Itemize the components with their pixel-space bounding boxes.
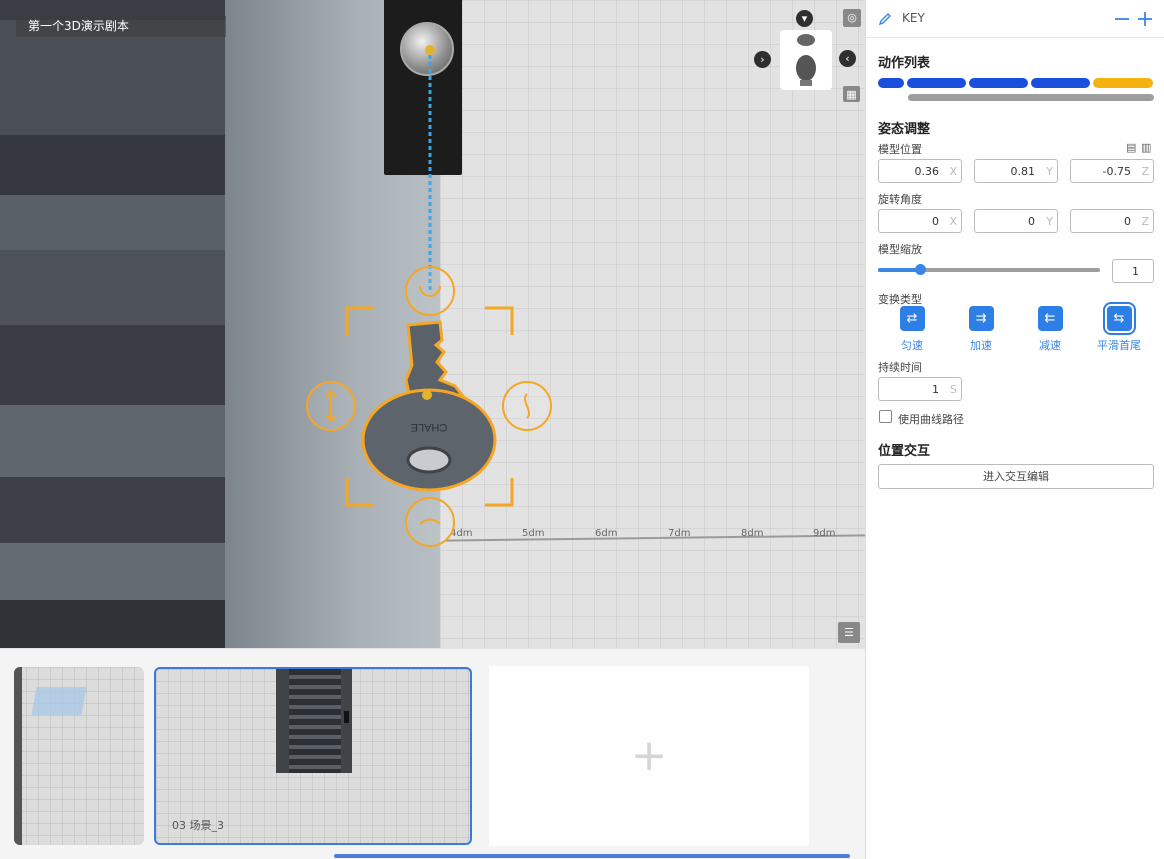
scene-thumbnail-selected[interactable]: 03 场景_3 (154, 667, 472, 845)
scale-label: 模型缩放 (878, 243, 922, 256)
action-scrollbar[interactable] (908, 94, 1154, 101)
key-engraving: CHALE (411, 421, 448, 433)
curve-path-label: 使用曲线路径 (898, 413, 964, 426)
chevron-down-icon[interactable]: ▾ (796, 10, 813, 27)
rotation-x-input[interactable]: 0X (878, 209, 962, 233)
properties-panel: KEY 动作列表 姿态调整 模型位置 ▤ ▥ 0.36 X 0.81 Y -0.75… (865, 0, 1164, 859)
character-preview-panel[interactable] (780, 30, 832, 90)
scene-timeline: 03 场景_3 + (0, 648, 865, 859)
action-segment[interactable] (878, 78, 904, 88)
duration-input[interactable]: 1S (878, 377, 962, 401)
transform-accelerate-option[interactable]: ⇉ 加速 (951, 306, 1011, 353)
camera-target-icon[interactable]: ◎ (843, 9, 861, 27)
accelerate-icon: ⇉ (968, 306, 994, 331)
action-segment[interactable] (1031, 78, 1090, 88)
transform-smooth-option[interactable]: ⇆ 平滑首尾 (1089, 302, 1149, 353)
key-model[interactable]: CHALE (361, 320, 497, 492)
position-y-input[interactable]: 0.81 Y (974, 159, 1058, 183)
panel-header: KEY (866, 0, 1164, 38)
rotation-z-input[interactable]: 0Z (1070, 209, 1154, 233)
list-menu-icon[interactable]: ☰ (838, 622, 860, 643)
grid-toggle-icon[interactable]: ▦ (843, 86, 860, 102)
duration-label: 持续时间 (878, 361, 922, 374)
interaction-title: 位置交互 (878, 444, 931, 459)
position-z-input[interactable]: -0.75 Z (1070, 159, 1154, 183)
3d-viewport[interactable]: 4dm 5dm 6dm 7dm 8dm 9dm CHALE 第一个3D演示剧本 … (0, 0, 865, 648)
decelerate-icon: ⇇ (1037, 306, 1063, 331)
position-label: 模型位置 (878, 143, 922, 156)
pose-title: 姿态调整 (878, 122, 931, 137)
scale-slider-fill (878, 268, 921, 272)
add-scene-button[interactable]: + (489, 666, 809, 846)
timeline-scrollbar[interactable] (334, 854, 850, 858)
rotation-y-input[interactable]: 0Y (974, 209, 1058, 233)
character-head-icon (796, 34, 816, 86)
action-list-title: 动作列表 (878, 56, 931, 71)
action-segment[interactable] (969, 78, 1028, 88)
transform-type-label: 变换类型 (878, 293, 922, 306)
copy-icon[interactable]: ▤ (1126, 141, 1136, 154)
plus-icon[interactable] (1137, 11, 1153, 27)
pencil-icon[interactable] (878, 12, 892, 26)
action-segment[interactable] (907, 78, 966, 88)
scene-label: 03 场景_3 (172, 819, 224, 832)
position-x-input[interactable]: 0.36 X (878, 159, 962, 183)
object-name: KEY (902, 11, 925, 25)
minus-icon[interactable] (1114, 11, 1130, 27)
scene-title: 第一个3D演示剧本 (16, 16, 226, 37)
transform-gizmo[interactable]: CHALE (0, 0, 865, 648)
chevron-left-icon[interactable]: ‹ (839, 50, 856, 67)
rotation-label: 旋转角度 (878, 193, 922, 206)
curve-path-checkbox[interactable] (879, 410, 892, 423)
path-start-point (425, 45, 435, 55)
paste-icon[interactable]: ▥ (1141, 141, 1151, 154)
chevron-right-icon[interactable]: › (754, 51, 771, 68)
scale-slider-track[interactable] (878, 264, 1100, 275)
uniform-speed-icon: ⇄ (899, 306, 925, 331)
scene-thumbnail[interactable] (14, 667, 144, 845)
scale-input[interactable]: 1 (1112, 259, 1154, 283)
transform-uniform-option[interactable]: ⇄ 匀速 (882, 306, 942, 353)
plus-icon: + (630, 730, 668, 781)
action-segment-active[interactable] (1093, 78, 1153, 88)
enter-interaction-edit-button[interactable]: 进入交互编辑 (878, 464, 1154, 489)
smooth-ease-icon: ⇆ (1102, 302, 1136, 335)
scale-slider-thumb[interactable] (915, 264, 927, 275)
transform-decelerate-option[interactable]: ⇇ 减速 (1020, 306, 1080, 353)
rotate-handle-top[interactable] (405, 266, 455, 316)
rotate-handle-bottom[interactable] (405, 497, 455, 547)
